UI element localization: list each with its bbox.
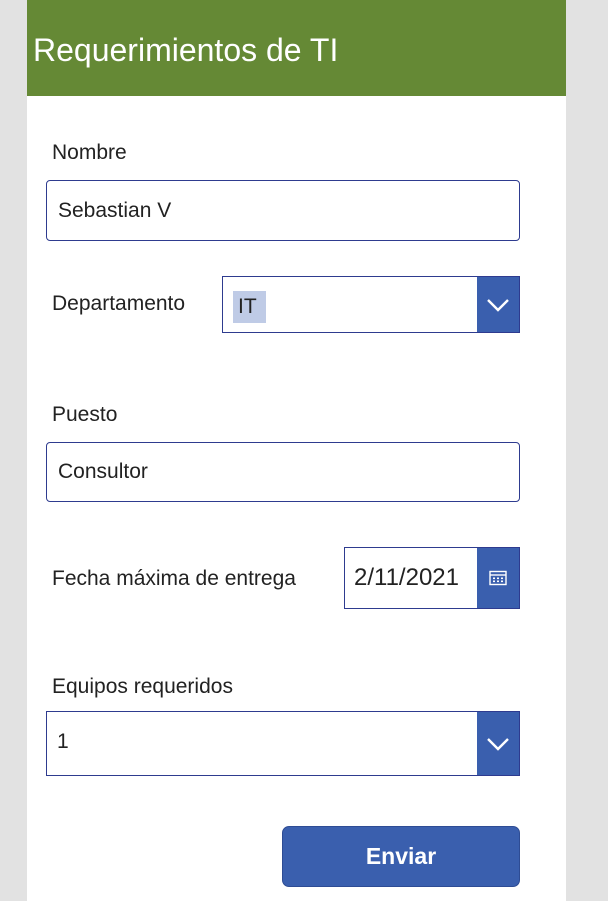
nombre-label: Nombre: [52, 141, 127, 164]
departamento-expand-button[interactable]: [477, 277, 519, 332]
departamento-selected-value: IT: [233, 291, 266, 323]
nombre-input[interactable]: Sebastian V: [46, 180, 520, 241]
equipos-expand-button[interactable]: [477, 712, 519, 775]
header-bar: Requerimientos de TI: [27, 0, 566, 96]
departamento-label: Departamento: [52, 292, 186, 315]
chevron-down-icon: [487, 737, 509, 751]
equipos-label: Equipos requeridos: [52, 675, 233, 698]
calendar-icon: [489, 570, 507, 586]
nombre-value: Sebastian V: [58, 198, 172, 222]
fecha-label: Fecha máxima de entrega: [52, 567, 296, 590]
equipos-dropdown[interactable]: 1: [46, 711, 520, 776]
page-title: Requerimientos de TI: [33, 32, 339, 68]
puesto-input[interactable]: Consultor: [46, 442, 520, 502]
puesto-value: Consultor: [58, 460, 148, 483]
enviar-button[interactable]: Enviar: [282, 826, 520, 887]
app-screen: Requerimientos de TI Nombre Sebastian V …: [27, 0, 566, 901]
calendar-button[interactable]: [477, 548, 519, 608]
puesto-label: Puesto: [52, 403, 118, 426]
fecha-value: 2/11/2021: [354, 564, 459, 591]
departamento-dropdown[interactable]: IT: [222, 276, 520, 333]
fecha-datepicker[interactable]: 2/11/2021: [344, 547, 520, 609]
equipos-selected-value: 1: [57, 730, 69, 753]
chevron-down-icon: [487, 298, 509, 312]
